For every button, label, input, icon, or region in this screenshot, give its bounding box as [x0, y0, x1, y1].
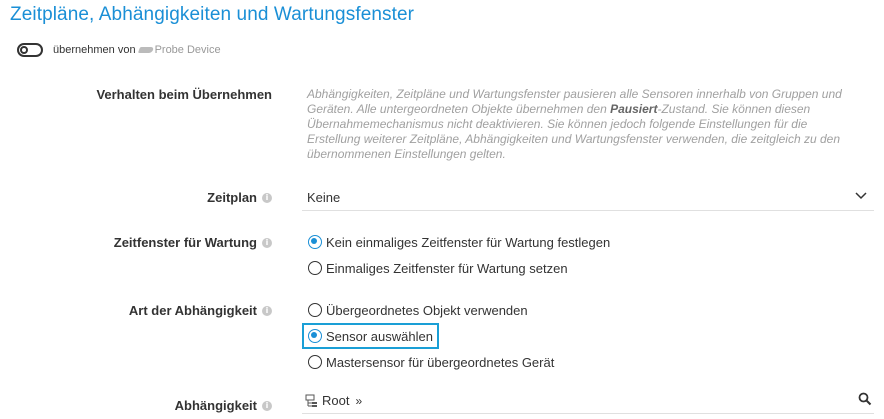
chevron-down-icon	[855, 192, 867, 200]
maintenance-option-set[interactable]: Einmaliges Zeitfenster für Wartung setze…	[308, 258, 568, 278]
behavior-description-bold: Pausiert	[610, 102, 658, 116]
dependency-field[interactable]: Root »	[302, 390, 874, 414]
dependency-value-text: Root	[322, 393, 350, 408]
radio-label: Mastersensor für übergeordnetes Gerät	[326, 354, 555, 370]
schedule-label: Zeitplan i	[207, 190, 272, 205]
schedule-value: Keine	[307, 190, 341, 205]
schedule-select[interactable]: Keine	[302, 185, 874, 211]
radio-button[interactable]	[308, 355, 322, 369]
radio-label: Einmaliges Zeitfenster für Wartung setze…	[326, 260, 568, 276]
radio-button[interactable]	[308, 235, 322, 249]
inherit-source-name: Probe Device	[154, 44, 221, 56]
inherit-toggle[interactable]	[17, 43, 43, 57]
radio-label: Kein einmaliges Zeitfenster für Wartung …	[326, 234, 611, 250]
schedule-label-text: Zeitplan	[207, 190, 257, 205]
behavior-description: Abhängigkeiten, Zeitpläne und Wartungsfe…	[307, 87, 855, 162]
radio-button[interactable]	[308, 303, 322, 317]
behavior-label-text: Verhalten beim Übernehmen	[96, 87, 272, 102]
maintenance-label-text: Zeitfenster für Wartung	[113, 235, 257, 250]
dependency-option-sensor[interactable]: Sensor auswählen	[308, 326, 433, 346]
radio-button[interactable]	[308, 329, 322, 343]
dependency-option-parent[interactable]: Übergeordnetes Objekt verwenden	[308, 300, 528, 320]
dependency-option-master[interactable]: Mastersensor für übergeordnetes Gerät	[308, 352, 554, 372]
dependency-label-text: Abhängigkeit	[174, 398, 257, 413]
info-icon[interactable]: i	[262, 192, 272, 203]
dependency-type-label-text: Art der Abhängigkeit	[128, 303, 257, 318]
radio-label: Übergeordnetes Objekt verwenden	[326, 302, 528, 318]
radio-label: Sensor auswählen	[326, 328, 433, 344]
dependency-value[interactable]: Root »	[305, 393, 362, 408]
search-icon[interactable]	[858, 392, 872, 406]
inherit-source[interactable]: Probe Device	[137, 44, 221, 56]
radio-button[interactable]	[308, 261, 322, 275]
inherit-row: übernehmen von Probe Device	[17, 40, 221, 60]
dependency-label: Abhängigkeit i	[175, 398, 272, 413]
section-title: Zeitpläne, Abhängigkeiten und Wartungsfe…	[10, 4, 415, 25]
dependency-type-label: Art der Abhängigkeit i	[129, 303, 272, 318]
dependency-arrow: »	[355, 393, 363, 408]
maintenance-label: Zeitfenster für Wartung i	[114, 235, 272, 250]
info-icon[interactable]: i	[262, 237, 272, 248]
info-icon[interactable]: i	[262, 400, 272, 411]
info-icon[interactable]: i	[262, 305, 272, 316]
inherit-label: übernehmen von	[53, 44, 136, 56]
device-tree-icon	[305, 394, 317, 407]
probe-device-icon	[137, 47, 154, 53]
maintenance-option-none[interactable]: Kein einmaliges Zeitfenster für Wartung …	[308, 232, 610, 252]
behavior-label: Verhalten beim Übernehmen	[96, 87, 272, 102]
